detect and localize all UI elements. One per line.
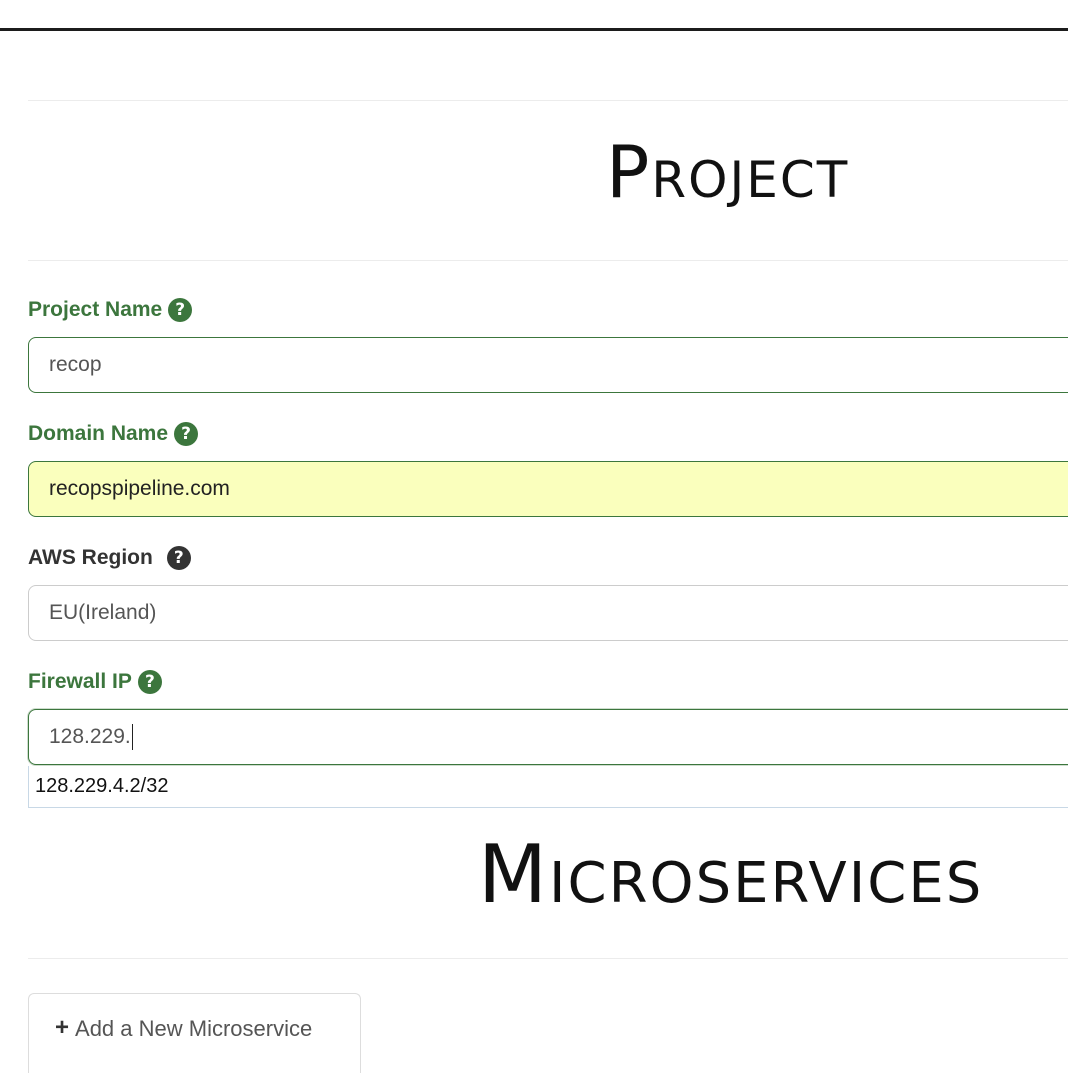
project-name-label: Project Name ?: [28, 298, 193, 322]
project-name-input[interactable]: recop: [28, 337, 1068, 393]
domain-name-value: recopspipeline.com: [49, 477, 230, 500]
aws-region-label: AWS Region ?: [28, 546, 191, 570]
firewall-ip-input[interactable]: 128.229.: [28, 709, 1068, 765]
autocomplete-suggestion[interactable]: 128.229.4.2/32: [28, 766, 1068, 808]
plus-icon: +: [55, 1014, 70, 1041]
add-microservice-label: Add a New Microservice: [75, 1016, 313, 1041]
firewall-ip-label: Firewall IP ?: [28, 670, 162, 694]
domain-name-label: Domain Name ?: [28, 422, 199, 446]
domain-name-label-text: Domain Name: [28, 422, 169, 445]
autocomplete-suggestion-text: 128.229.4.2/32: [35, 775, 169, 797]
aws-region-value: EU(Ireland): [49, 601, 157, 624]
project-name-value: recop: [49, 353, 102, 376]
add-microservice-tab[interactable]: + Add a New Microservice: [28, 993, 361, 1073]
divider-microservices: [28, 958, 1068, 959]
aws-region-select[interactable]: EU(Ireland): [28, 585, 1068, 641]
text-caret: [131, 724, 133, 750]
firewall-ip-value: 128.229.: [49, 725, 131, 748]
question-circle-icon[interactable]: ?: [166, 546, 191, 570]
question-circle-icon[interactable]: ?: [168, 298, 193, 322]
domain-name-input[interactable]: recopspipeline.com: [28, 461, 1068, 517]
top-border: [0, 28, 1068, 31]
firewall-ip-label-text: Firewall IP: [28, 670, 132, 693]
question-circle-icon[interactable]: ?: [137, 670, 162, 694]
aws-region-label-text: AWS Region: [28, 546, 153, 569]
divider-project: [28, 260, 1068, 261]
section-title-microservices: Microservices: [478, 828, 984, 921]
question-circle-icon[interactable]: ?: [174, 422, 199, 446]
project-name-label-text: Project Name: [28, 298, 163, 321]
divider-top: [28, 100, 1068, 101]
section-title-project: Project: [606, 130, 850, 214]
